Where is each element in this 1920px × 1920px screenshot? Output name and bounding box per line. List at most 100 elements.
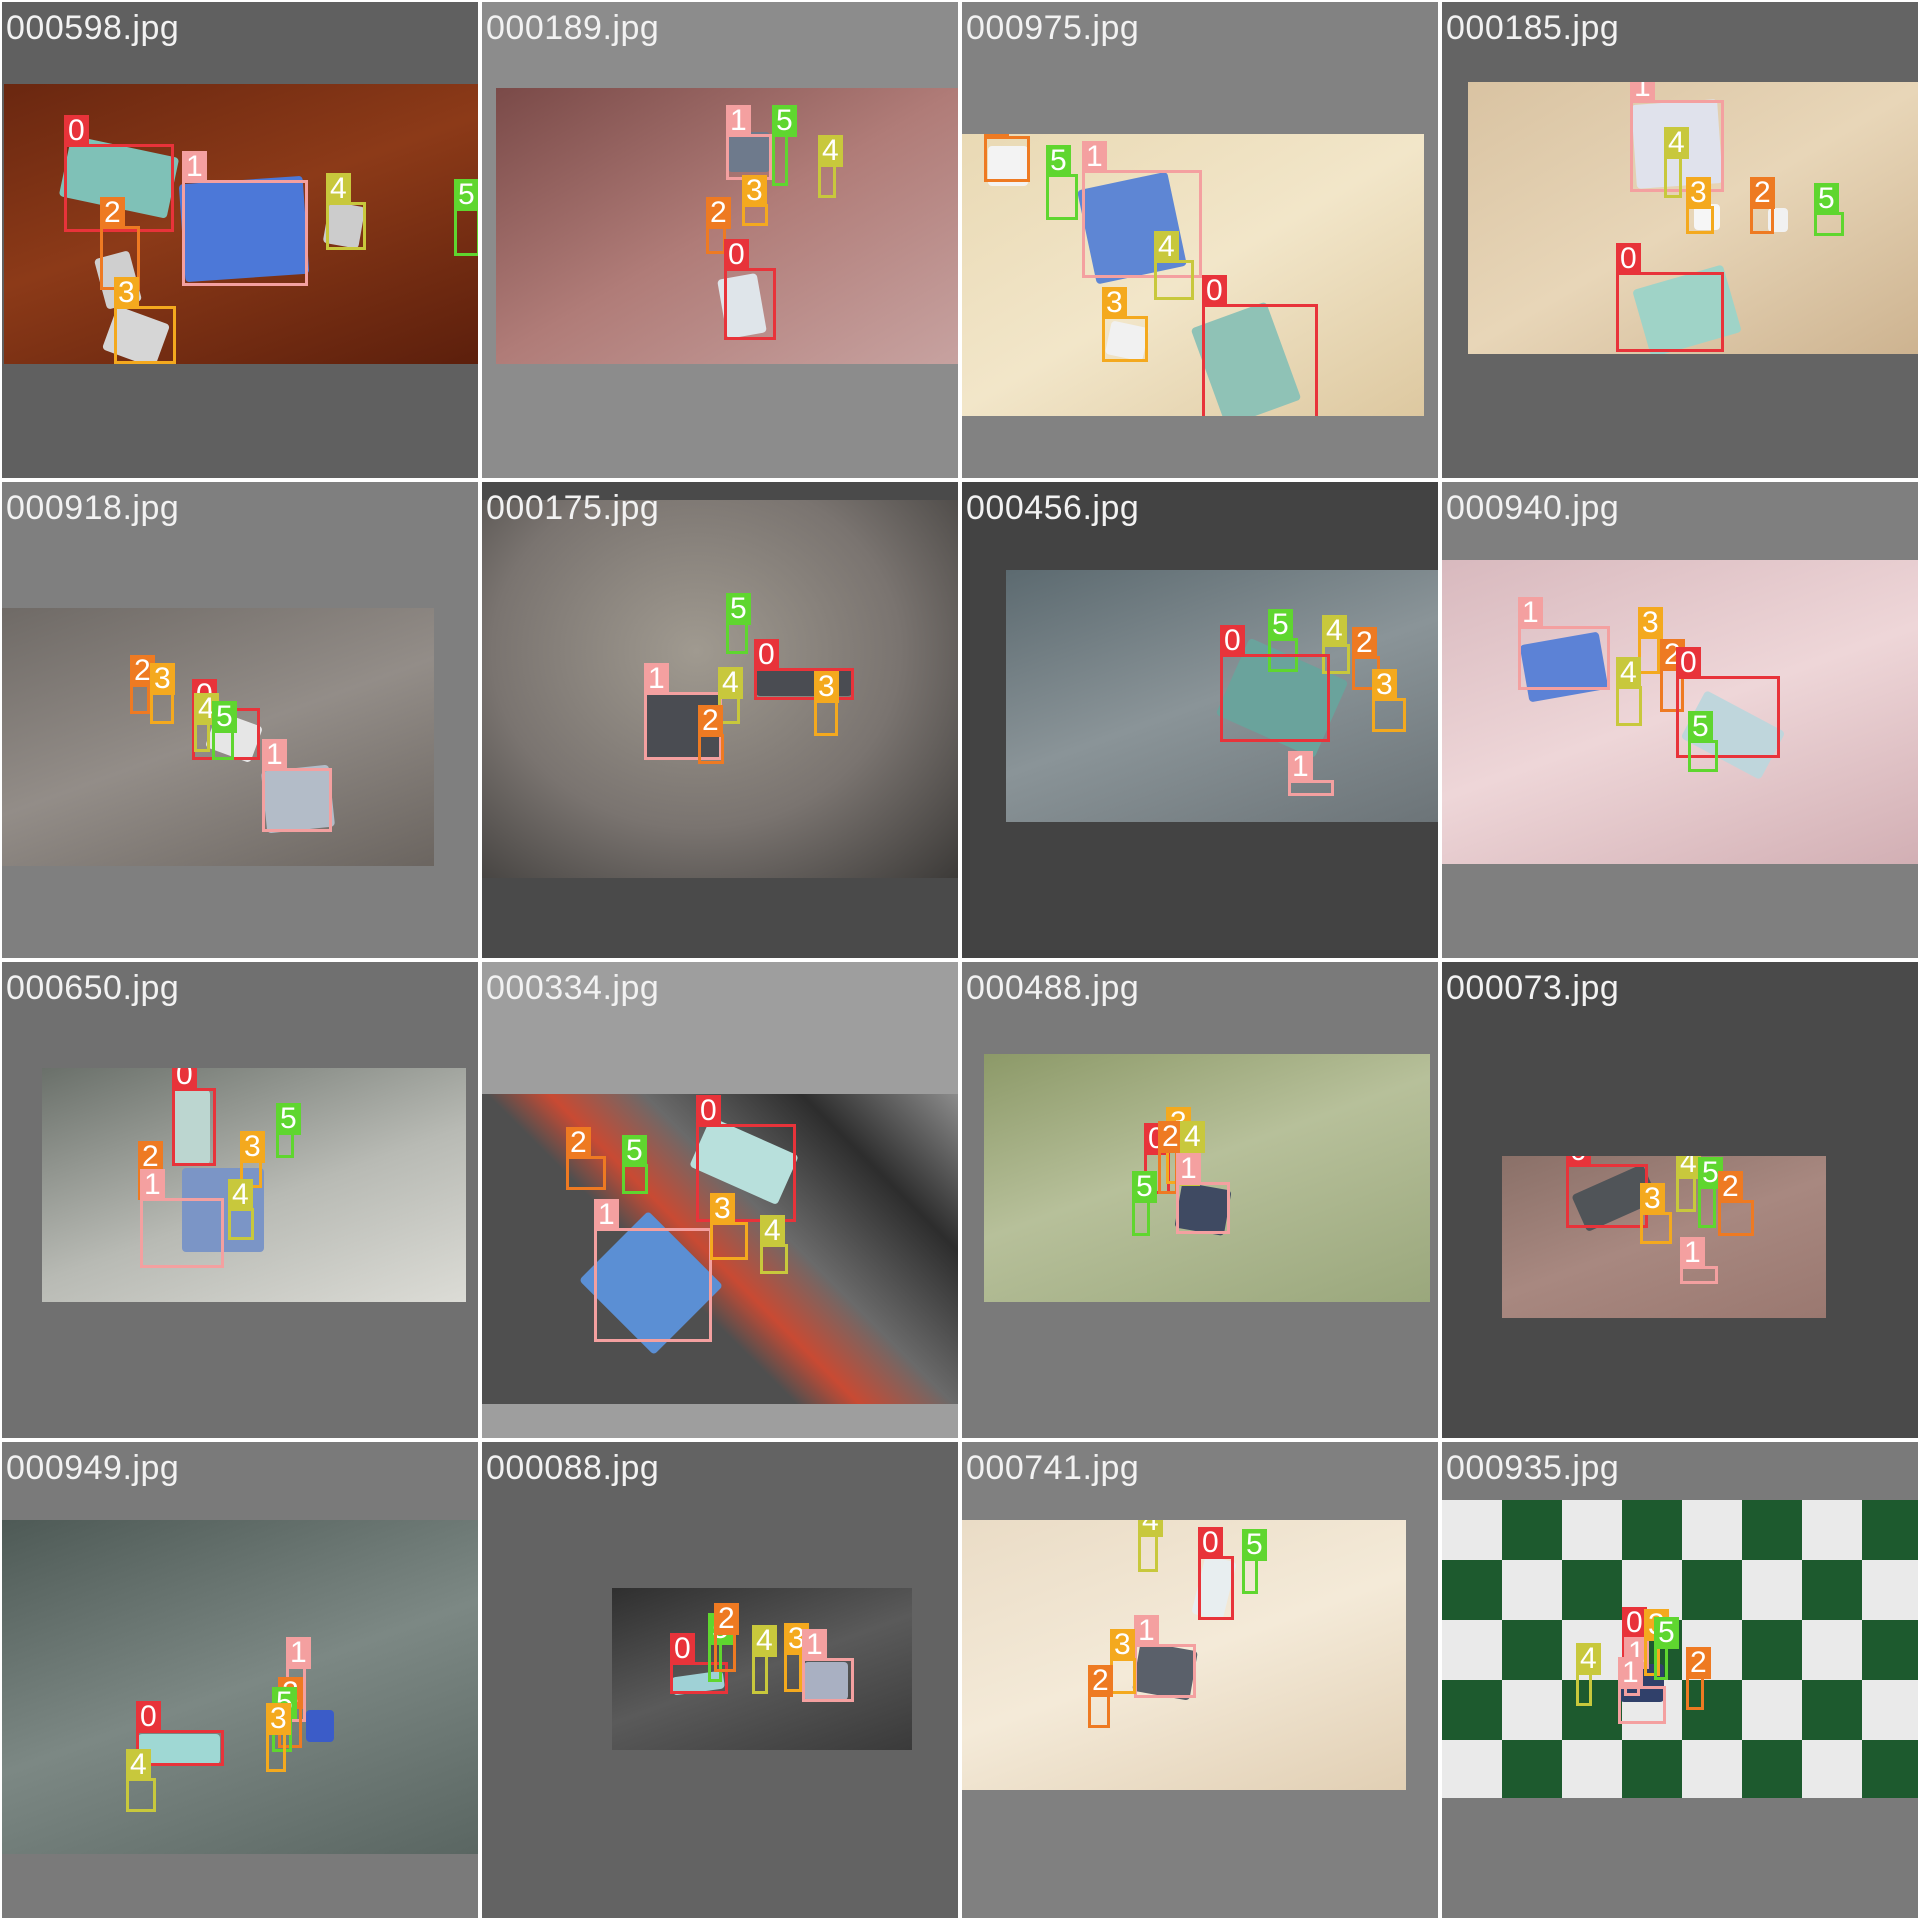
image-tile[interactable]: 230451 000918.jpg xyxy=(2,482,478,958)
detection-label: 1 xyxy=(1134,1615,1159,1647)
detection-box: 5 xyxy=(772,105,797,186)
detection-box: 1 xyxy=(1134,1615,1196,1698)
detection-label: 2 xyxy=(1352,627,1377,659)
detection-label: 1 xyxy=(262,739,287,771)
detection-label: 5 xyxy=(1046,145,1071,177)
detection-label: 3 xyxy=(266,1703,291,1735)
detection-label: 5 xyxy=(454,179,478,211)
scene-photo: 1 4 3 2 5 0 xyxy=(1468,82,1918,354)
image-tile[interactable]: 0 5 3 2 4 1 000650.jpg xyxy=(2,962,478,1438)
detection-label: 2 xyxy=(1686,1647,1711,1679)
detection-label: 3 xyxy=(114,277,139,309)
detection-box: 3 xyxy=(266,1703,291,1772)
detection-label: 4 xyxy=(1138,1520,1163,1537)
detection-label: 2 xyxy=(1088,1665,1113,1697)
tile-filename: 000940.jpg xyxy=(1446,489,1620,527)
detection-label: 2 xyxy=(1750,177,1775,209)
detection-label: 0 xyxy=(1622,1607,1647,1639)
detection-box: 3 xyxy=(150,663,175,724)
detection-label: 4 xyxy=(326,173,351,205)
image-tile[interactable]: 125304000949.jpg xyxy=(2,1442,478,1918)
detection-box: 1 xyxy=(182,151,308,286)
detection-box: 4 xyxy=(1676,1156,1701,1212)
detection-box: 0 xyxy=(1566,1156,1648,1228)
tile-filename: 000935.jpg xyxy=(1446,1449,1620,1487)
detection-label: 3 xyxy=(240,1131,265,1163)
detection-label: 1 xyxy=(726,105,751,137)
detection-box: 1 xyxy=(1518,597,1610,690)
detection-label: 0 xyxy=(1566,1156,1591,1167)
tile-filename: 000088.jpg xyxy=(486,1449,660,1487)
detection-label: 0 xyxy=(1676,647,1701,679)
scene-photo: 052431 xyxy=(612,1588,912,1750)
detection-label: 0 xyxy=(670,1633,695,1665)
detection-box: 3 xyxy=(1686,177,1714,234)
detection-label: 0 xyxy=(64,115,89,147)
scene-photo: 4 05 13 2 xyxy=(962,1520,1406,1790)
detection-box: 5 xyxy=(454,179,478,256)
detection-label: 3 xyxy=(742,175,767,207)
detection-box: 1 xyxy=(1176,1153,1230,1234)
detection-label: 1 xyxy=(802,1629,827,1661)
image-tile[interactable]: 032451 000488.jpg xyxy=(962,962,1438,1438)
detection-label: 3 xyxy=(1102,287,1127,319)
tile-filename: 000918.jpg xyxy=(6,489,180,527)
detection-label: 3 xyxy=(1686,177,1711,209)
image-tile[interactable]: 4 0 5 1 3 2 000741.jpg xyxy=(962,1442,1438,1918)
detection-label: 3 xyxy=(1640,1183,1665,1215)
detection-box: 1 xyxy=(1288,751,1334,796)
detection-box: 4 xyxy=(818,135,843,198)
detection-label: 5 xyxy=(772,105,797,137)
image-tile[interactable]: 0 1 2 3 4 5 000598.jpg xyxy=(2,2,478,478)
detection-box: 0 xyxy=(1220,625,1330,742)
image-tile[interactable]: 052431 000088.jpg xyxy=(482,1442,958,1918)
detection-label: 0 xyxy=(172,1068,197,1091)
detection-label: 2 xyxy=(100,197,125,229)
image-tile[interactable]: 1 3 4 2 0 5 000940.jpg xyxy=(1442,482,1918,958)
image-tile[interactable]: 0 452 31 000073.jpg xyxy=(1442,962,1918,1438)
detection-box: 5 xyxy=(1132,1171,1157,1236)
tile-filename: 000949.jpg xyxy=(6,1449,180,1487)
detection-label: 5 xyxy=(1654,1617,1679,1649)
detection-box: 2 xyxy=(1686,1647,1711,1710)
tile-filename: 000175.jpg xyxy=(486,489,660,527)
detection-label: 5 xyxy=(1132,1171,1157,1203)
detection-label: 4 xyxy=(718,667,743,699)
detection-label: 4 xyxy=(818,135,843,167)
detection-label: 4 xyxy=(1676,1156,1701,1179)
detection-box: 1 xyxy=(262,739,332,832)
detection-label: 5 xyxy=(622,1135,647,1167)
image-tile[interactable]: 2 51 43 0 000975.jpg xyxy=(962,2,1438,478)
detection-label: 3 xyxy=(150,663,175,695)
detection-box: 3 xyxy=(710,1193,748,1260)
detection-box: 4 xyxy=(1154,231,1194,300)
detection-box: 3 xyxy=(1372,669,1406,732)
tile-filename: 000189.jpg xyxy=(486,9,660,47)
image-tile[interactable]: 0135421000935.jpg xyxy=(1442,1442,1918,1918)
detection-label: 0 xyxy=(724,239,749,271)
detection-box: 2 xyxy=(706,197,731,254)
detection-label: 5 xyxy=(1688,711,1713,743)
detection-box: 2 xyxy=(714,1603,739,1672)
image-tile[interactable]: 2 5 0 1 3 4 000334.jpg xyxy=(482,962,958,1438)
detection-box: 0 xyxy=(754,639,854,700)
detection-label: 4 xyxy=(1576,1643,1601,1675)
detection-label: 1 xyxy=(1176,1153,1201,1185)
detection-box: 4 xyxy=(1664,127,1689,198)
detection-box: 0 xyxy=(724,239,776,340)
detection-label: 1 xyxy=(140,1169,165,1201)
image-tile[interactable]: 1 4 3 2 5 0 000185.jpg xyxy=(1442,2,1918,478)
tile-filename: 000741.jpg xyxy=(966,1449,1140,1487)
detection-label: 4 xyxy=(126,1749,151,1781)
image-tile[interactable]: 5 0 1 4 3 2 000175.jpg xyxy=(482,482,958,958)
image-tile[interactable]: 1 5 4 3 2 0 000189.jpg xyxy=(482,2,958,478)
detection-box: 3 xyxy=(114,277,176,364)
image-tile[interactable]: 5 4 0 2 3 1 000456.jpg xyxy=(962,482,1438,958)
detection-box: 5 xyxy=(276,1103,301,1158)
detection-label: 1 xyxy=(1680,1237,1705,1269)
mosaic-grid: 012345000598.jpg154320000189.jpg25143000… xyxy=(0,0,1920,1920)
detection-label: 0 xyxy=(754,639,779,671)
detection-label: 0 xyxy=(1198,1527,1223,1559)
detection-box: 4 xyxy=(752,1625,777,1694)
detection-box: 4 xyxy=(1138,1520,1163,1572)
